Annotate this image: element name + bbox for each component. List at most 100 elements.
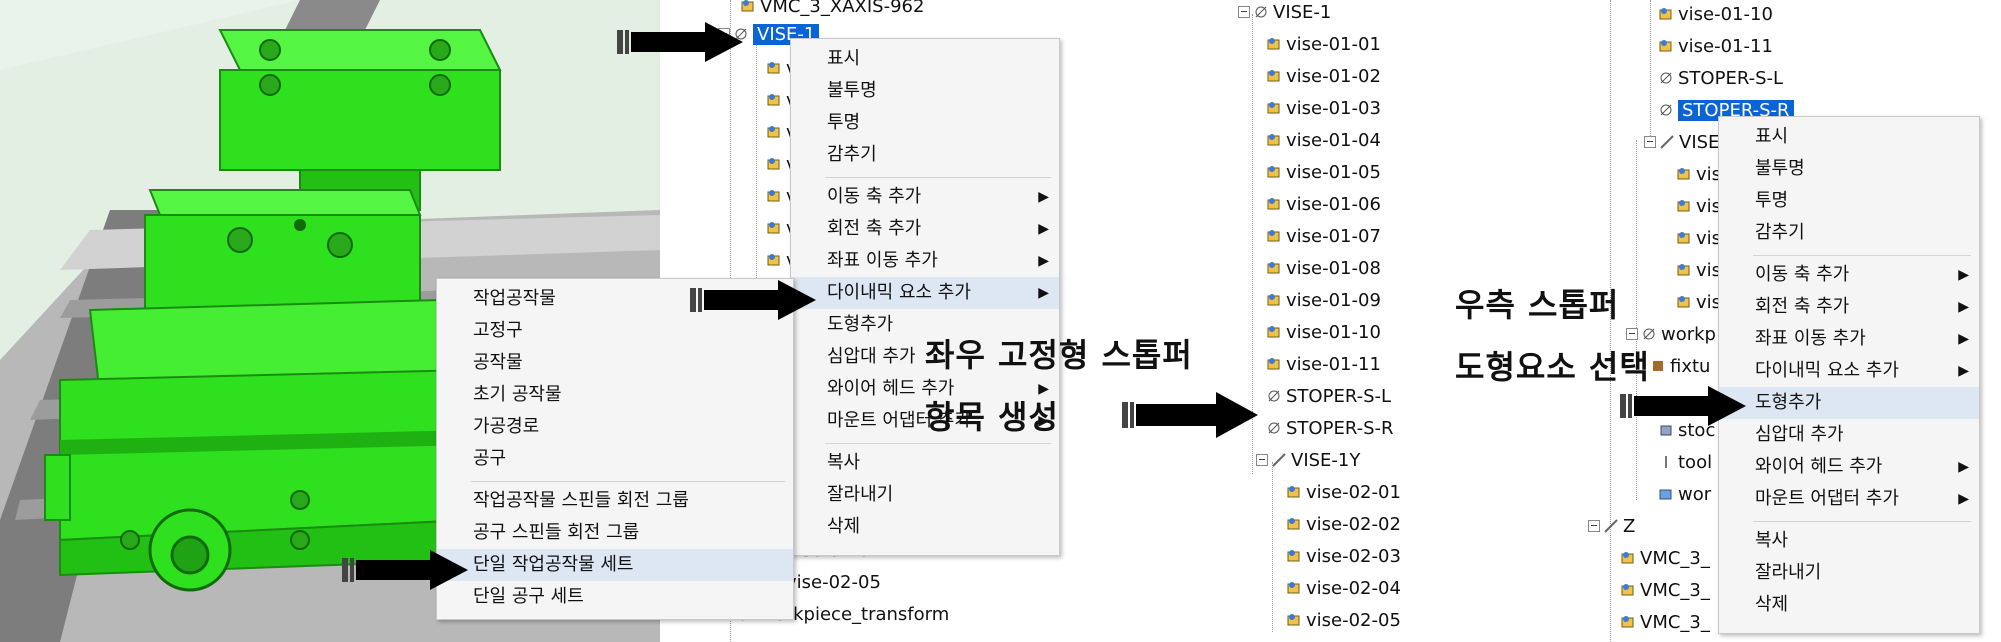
annotation-left-line2: 항목 생성 — [925, 398, 1059, 436]
menu-item-add-shape[interactable]: 도형추가 — [1719, 387, 1979, 419]
menu-item-add-coordinate-shift[interactable]: 좌표 이동 추가 ▶ — [791, 245, 1059, 277]
tree-item[interactable]: vis — [1676, 226, 1721, 252]
menu-item-add-linear-axis[interactable]: 이동 축 추가 ▶ — [1719, 259, 1979, 291]
submenu-arrow-icon: ▶ — [1958, 459, 1969, 475]
tree-item[interactable]: vise-01-07 — [1266, 224, 1381, 250]
tree-item[interactable]: vis — [1676, 258, 1721, 284]
tree-item[interactable]: Z — [1588, 514, 1635, 540]
tree-item[interactable]: vise-01-06 — [1266, 192, 1381, 218]
tree-item[interactable]: vise-01-08 — [1266, 256, 1381, 282]
part-icon — [1266, 162, 1282, 178]
menu-item-hide[interactable]: 감추기 — [1719, 217, 1979, 249]
tree-item[interactable]: vise-01-01 — [1266, 32, 1381, 58]
context-submenu-dynamic-element[interactable]: 작업공작물 고정구 공작물 초기 공작물 가공경로 공구 작업공작물 스핀들 회… — [436, 278, 794, 620]
tree-item[interactable]: fixtu — [1650, 354, 1710, 380]
tree-item[interactable]: vise-01-11 — [1266, 352, 1381, 378]
arrow-right-icon — [1620, 386, 1746, 426]
part-icon — [1620, 612, 1636, 628]
menu-item-copy[interactable]: 복사 — [1719, 525, 1979, 557]
menu-item-opaque[interactable]: 불투명 — [791, 75, 1059, 107]
tree-item[interactable]: vise-01-04 — [1266, 128, 1381, 154]
tree-item[interactable]: wor — [1658, 482, 1711, 508]
part-icon — [766, 218, 782, 234]
part-icon — [1676, 164, 1692, 180]
menu-item-single-tool-set[interactable]: 단일 공구 세트 — [437, 581, 793, 613]
menu-item-add-dynamic-element[interactable]: 다이내믹 요소 추가 ▶ — [1719, 355, 1979, 387]
axis-icon — [1659, 132, 1675, 149]
menu-item-toolpath[interactable]: 가공경로 — [437, 411, 793, 443]
menu-item-copy[interactable]: 복사 — [791, 447, 1059, 479]
tree-item[interactable]: vise-01-11 — [1658, 34, 1773, 60]
tree-item-stoper-s-l[interactable]: STOPER-S-L — [1266, 384, 1391, 410]
tree-item[interactable]: vise-02-05 — [1286, 608, 1401, 634]
context-menu-vise[interactable]: 표시 불투명 투명 감추기 이동 축 추가 ▶ 회전 축 추가 ▶ 좌표 이동 추가… — [790, 38, 1060, 556]
tree-item[interactable]: vis — [1676, 194, 1721, 220]
tree-item[interactable]: vise-01-09 — [1266, 288, 1381, 314]
menu-item-add-wire-head[interactable]: 와이어 헤드 추가 ▶ — [1719, 451, 1979, 483]
menu-item-workpiece-spindle-group[interactable]: 작업공작물 스핀들 회전 그룹 — [437, 485, 793, 517]
collapse-toggle[interactable] — [1256, 454, 1268, 466]
menu-item-hide[interactable]: 감추기 — [791, 139, 1059, 171]
collapse-toggle[interactable] — [1644, 136, 1656, 148]
part-icon — [1266, 354, 1282, 370]
tree-item[interactable]: vise-01-02 — [1266, 64, 1381, 90]
submenu-arrow-icon: ▶ — [1038, 221, 1049, 237]
collapse-toggle[interactable] — [1626, 328, 1638, 340]
tree-item[interactable]: VMC_3_ — [1620, 546, 1710, 572]
collapse-toggle[interactable] — [1238, 6, 1250, 18]
tree-item[interactable]: vise-01-03 — [1266, 96, 1381, 122]
part-icon — [1676, 292, 1692, 308]
tree-item[interactable]: vise-02-02 — [1286, 512, 1401, 538]
menu-item-transparent[interactable]: 투명 — [1719, 185, 1979, 217]
menu-item-tool[interactable]: 공구 — [437, 443, 793, 475]
part-icon — [766, 250, 782, 266]
tree-item[interactable]: vise-02-04 — [1286, 576, 1401, 602]
tree-item[interactable]: VMC_3_XAXIS-962 — [740, 0, 924, 20]
tree-item[interactable]: vise-01-10 — [1266, 320, 1381, 346]
tree-item[interactable]: vise-01-05 — [1266, 160, 1381, 186]
menu-item-add-dynamic-element[interactable]: 다이내믹 요소 추가 ▶ — [791, 277, 1059, 309]
menu-item-add-mount-adapter[interactable]: 마운트 어댑터 추가 ▶ — [1719, 483, 1979, 515]
part-icon — [1266, 322, 1282, 338]
menu-item-cut[interactable]: 잘라내기 — [1719, 557, 1979, 589]
tree-item[interactable]: VMC_3_ — [1620, 610, 1710, 636]
tree-item[interactable]: vis — [1676, 290, 1721, 316]
part-icon — [1266, 226, 1282, 242]
menu-item-delete[interactable]: 삭제 — [1719, 589, 1979, 621]
tree-item[interactable]: vis — [1676, 162, 1721, 188]
menu-item-opaque[interactable]: 불투명 — [1719, 153, 1979, 185]
part-icon — [766, 186, 782, 202]
menu-item-single-workpiece-set[interactable]: 단일 작업공작물 세트 — [437, 549, 793, 581]
menu-separator — [1753, 255, 1971, 256]
tree-item-vise-1y[interactable]: VISE-1Y — [1256, 448, 1360, 474]
tree-item[interactable]: vise-02-03 — [1286, 544, 1401, 570]
part-icon — [1266, 194, 1282, 210]
menu-item-workpiece[interactable]: 공작물 — [437, 347, 793, 379]
collapse-toggle[interactable] — [1588, 520, 1600, 532]
tree-item-stoper-s-r[interactable]: STOPER-S-R — [1266, 416, 1394, 442]
menu-item-tool-spindle-group[interactable]: 공구 스핀들 회전 그룹 — [437, 517, 793, 549]
tree-item[interactable]: vise-02-01 — [1286, 480, 1401, 506]
menu-item-add-tailstock[interactable]: 심압대 추가 — [1719, 419, 1979, 451]
menu-item-delete[interactable]: 삭제 — [791, 511, 1059, 543]
annotation-right-line1: 우측 스톱퍼 — [1455, 286, 1620, 324]
menu-item-initial-workpiece[interactable]: 초기 공작물 — [437, 379, 793, 411]
menu-item-add-rotary-axis[interactable]: 회전 축 추가 ▶ — [791, 213, 1059, 245]
submenu-arrow-icon: ▶ — [1958, 299, 1969, 315]
tree-item[interactable]: vise-01-10 — [1658, 2, 1773, 28]
tree-item-vise-1[interactable]: VISE-1 — [1238, 0, 1331, 26]
menu-item-cut[interactable]: 잘라내기 — [791, 479, 1059, 511]
menu-item-add-rotary-axis[interactable]: 회전 축 추가 ▶ — [1719, 291, 1979, 323]
menu-item-show[interactable]: 표시 — [1719, 121, 1979, 153]
menu-item-add-linear-axis[interactable]: 이동 축 추가 ▶ — [791, 181, 1059, 213]
tree-item[interactable]: tool — [1658, 450, 1712, 476]
menu-item-show[interactable]: 표시 — [791, 43, 1059, 75]
menu-item-transparent[interactable]: 투명 — [791, 107, 1059, 139]
context-menu-stoper[interactable]: 표시 불투명 투명 감추기 이동 축 추가 ▶ 회전 축 추가 ▶ 좌표 이동 추가… — [1718, 116, 1980, 634]
menu-item-add-coordinate-shift[interactable]: 좌표 이동 추가 ▶ — [1719, 323, 1979, 355]
part-icon — [1658, 4, 1674, 20]
part-icon — [1620, 580, 1636, 596]
tree-item[interactable]: VMC_3_ — [1620, 578, 1710, 604]
tree-item[interactable]: VISE — [1644, 130, 1719, 156]
tree-item-stoper-s-l[interactable]: STOPER-S-L — [1658, 66, 1783, 92]
